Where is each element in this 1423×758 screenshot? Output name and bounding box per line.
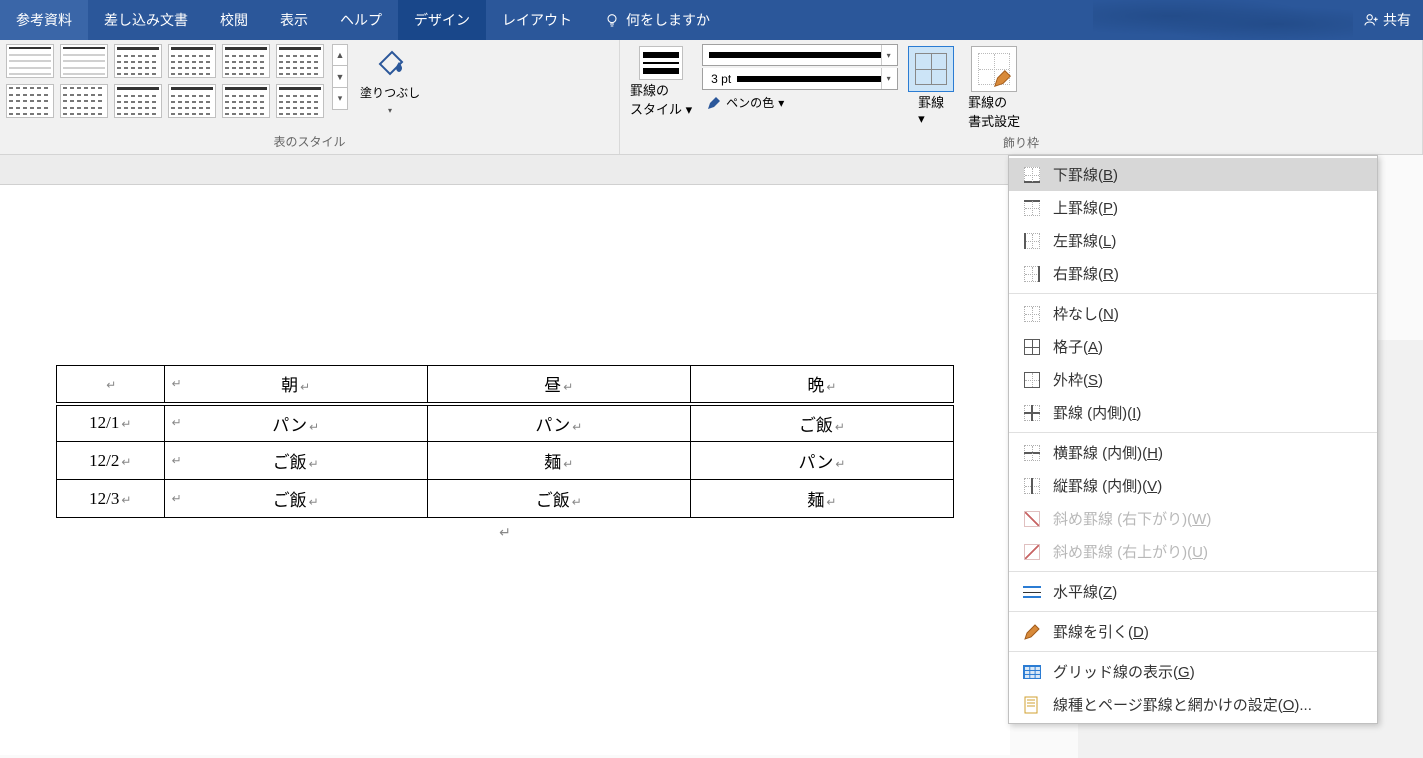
borders-label: 罫線 xyxy=(918,95,944,110)
table-style-swatch[interactable] xyxy=(6,44,54,78)
share-button[interactable]: 共有 xyxy=(1351,0,1423,40)
titlebar: 参考資料 差し込み文書 校閲 表示 ヘルプ デザイン レイアウト 何をしますか … xyxy=(0,0,1423,40)
menu-outside-borders[interactable]: 外枠(S) xyxy=(1009,363,1377,396)
menu-diagonal-up: 斜め罫線 (右上がり)(U) xyxy=(1009,535,1377,568)
table-row[interactable]: ↵↵ 朝↵ 昼↵ 晩↵ xyxy=(57,366,954,404)
pen-weight-value: 3 pt xyxy=(711,72,731,86)
table-style-swatch[interactable] xyxy=(114,44,162,78)
cell: 昼 xyxy=(544,376,561,395)
menu-view-gridlines[interactable]: グリッド線の表示(G) xyxy=(1009,655,1377,688)
tab-design[interactable]: デザイン xyxy=(398,0,486,40)
pen-color-button[interactable]: ペンの色 ▾ xyxy=(702,92,898,113)
document-page[interactable]: ↵↵ 朝↵ 昼↵ 晩↵ 12/1↵↵ パン↵ パン↵ ご飯↵ 12/2↵↵ ご飯… xyxy=(0,185,1010,755)
borders-icon xyxy=(908,46,954,92)
pen-color-label: ペンの色 xyxy=(726,94,774,111)
cell: ご飯 xyxy=(273,491,307,510)
menu-accel: B xyxy=(1103,167,1113,184)
cell: 晩 xyxy=(807,376,824,395)
table-style-swatch[interactable] xyxy=(60,84,108,118)
cell: ご飯 xyxy=(799,416,833,435)
fill-button[interactable]: 塗りつぶし▾ xyxy=(354,44,426,119)
tell-me-label: 何をしますか xyxy=(626,10,710,30)
gallery-scroll-down[interactable]: ▼ xyxy=(332,66,348,88)
borders-group-label: 飾り枠 xyxy=(626,132,1416,155)
tab-view[interactable]: 表示 xyxy=(264,0,324,40)
menu-inside-horizontal[interactable]: 横罫線 (内側)(H) xyxy=(1009,436,1377,469)
tab-layout[interactable]: レイアウト xyxy=(486,0,588,40)
table-styles-group: ▲ ▼ ▾ 塗りつぶし▾ 表のスタイル xyxy=(0,40,620,154)
cell: パン xyxy=(798,453,833,472)
fill-label: 塗りつぶし xyxy=(360,86,420,100)
table-styles-group-label: 表のスタイル xyxy=(6,131,613,154)
page-border-icon xyxy=(1023,696,1041,714)
table-row[interactable]: 12/3↵↵ ご飯↵ ご飯↵ 麺↵ xyxy=(57,480,954,518)
pen-icon xyxy=(706,95,722,111)
cell: 12/2 xyxy=(89,451,119,470)
menu-inside-vertical[interactable]: 縦罫線 (内側)(V) xyxy=(1009,469,1377,502)
table-style-swatch[interactable] xyxy=(222,44,270,78)
table-style-swatch[interactable] xyxy=(276,44,324,78)
borders-dropdown-menu: 下罫線(B) 上罫線(P) 左罫線(L) 右罫線(R) 枠なし(N) 格子(A)… xyxy=(1008,155,1378,724)
table-style-swatch[interactable] xyxy=(6,84,54,118)
border-painter-icon xyxy=(971,46,1017,92)
cell: パン xyxy=(535,416,570,435)
menu-top-border[interactable]: 上罫線(P) xyxy=(1009,191,1377,224)
table-style-swatch[interactable] xyxy=(114,84,162,118)
share-label: 共有 xyxy=(1383,10,1411,30)
paragraph-mark: ↵ xyxy=(56,524,954,541)
borders-group: 罫線の スタイル ▾ ▾ 3 pt ▾ ペンの色 ▾ 罫線▾ xyxy=(620,40,1423,154)
tab-references[interactable]: 参考資料 xyxy=(0,0,88,40)
cell: 朝 xyxy=(281,376,298,395)
table-style-gallery: ▲ ▼ ▾ 塗りつぶし▾ xyxy=(6,44,426,119)
tell-me-search[interactable]: 何をしますか xyxy=(588,0,726,40)
content-table[interactable]: ↵↵ 朝↵ 昼↵ 晩↵ 12/1↵↵ パン↵ パン↵ ご飯↵ 12/2↵↵ ご飯… xyxy=(56,365,954,518)
tab-review[interactable]: 校閲 xyxy=(204,0,264,40)
table-style-swatch[interactable] xyxy=(168,84,216,118)
cell: 麺 xyxy=(544,453,561,472)
lightbulb-icon xyxy=(604,12,620,28)
ribbon: ▲ ▼ ▾ 塗りつぶし▾ 表のスタイル 罫線の スタイル ▾ ▾ 3 xyxy=(0,40,1423,155)
pen-style-selector[interactable]: ▾ xyxy=(702,44,898,66)
menu-horizontal-line[interactable]: 水平線(Z) xyxy=(1009,575,1377,608)
paint-bucket-icon xyxy=(372,46,408,82)
menu-left-border[interactable]: 左罫線(L) xyxy=(1009,224,1377,257)
borders-split-button[interactable]: 罫線▾ xyxy=(904,44,958,129)
cell: 12/1 xyxy=(89,413,119,432)
cell: パン xyxy=(272,416,307,435)
border-style-label: 罫線の スタイル xyxy=(630,83,682,117)
border-painter-button[interactable]: 罫線の 書式設定 xyxy=(964,44,1024,132)
cell: 麺 xyxy=(807,491,824,510)
pen-weight-selector[interactable]: 3 pt ▾ xyxy=(702,68,898,90)
border-style-button[interactable]: 罫線の スタイル ▾ xyxy=(626,44,696,120)
cell: 12/3 xyxy=(89,489,119,508)
border-style-preview xyxy=(639,46,683,80)
pencil-icon xyxy=(1023,623,1041,641)
menu-bottom-border[interactable]: 下罫線(B) xyxy=(1009,158,1377,191)
menu-right-border[interactable]: 右罫線(R) xyxy=(1009,257,1377,290)
menu-all-borders[interactable]: 格子(A) xyxy=(1009,330,1377,363)
tab-help[interactable]: ヘルプ xyxy=(324,0,398,40)
table-row[interactable]: 12/1↵↵ パン↵ パン↵ ご飯↵ xyxy=(57,404,954,442)
table-style-swatch[interactable] xyxy=(60,44,108,78)
cell: ご飯 xyxy=(273,453,307,472)
menu-no-border[interactable]: 枠なし(N) xyxy=(1009,297,1377,330)
border-painter-label: 罫線の 書式設定 xyxy=(968,92,1020,130)
table-style-swatch[interactable] xyxy=(222,84,270,118)
menu-draw-border[interactable]: 罫線を引く(D) xyxy=(1009,615,1377,648)
menu-inside-borders[interactable]: 罫線 (内側)(I) xyxy=(1009,396,1377,429)
menu-borders-dialog[interactable]: 線種とページ罫線と網かけの設定(O)... xyxy=(1009,688,1377,721)
table-style-swatch[interactable] xyxy=(276,84,324,118)
share-icon xyxy=(1363,12,1379,28)
gallery-more[interactable]: ▾ xyxy=(332,88,348,110)
table-row[interactable]: 12/2↵↵ ご飯↵ 麺↵ パン↵ xyxy=(57,442,954,480)
gallery-scroll-up[interactable]: ▲ xyxy=(332,44,348,66)
table-style-swatch[interactable] xyxy=(168,44,216,78)
menu-diagonal-down: 斜め罫線 (右下がり)(W) xyxy=(1009,502,1377,535)
menu-label: 下罫線 xyxy=(1053,167,1098,184)
cell: ご飯 xyxy=(536,491,570,510)
tab-mailings[interactable]: 差し込み文書 xyxy=(88,0,204,40)
